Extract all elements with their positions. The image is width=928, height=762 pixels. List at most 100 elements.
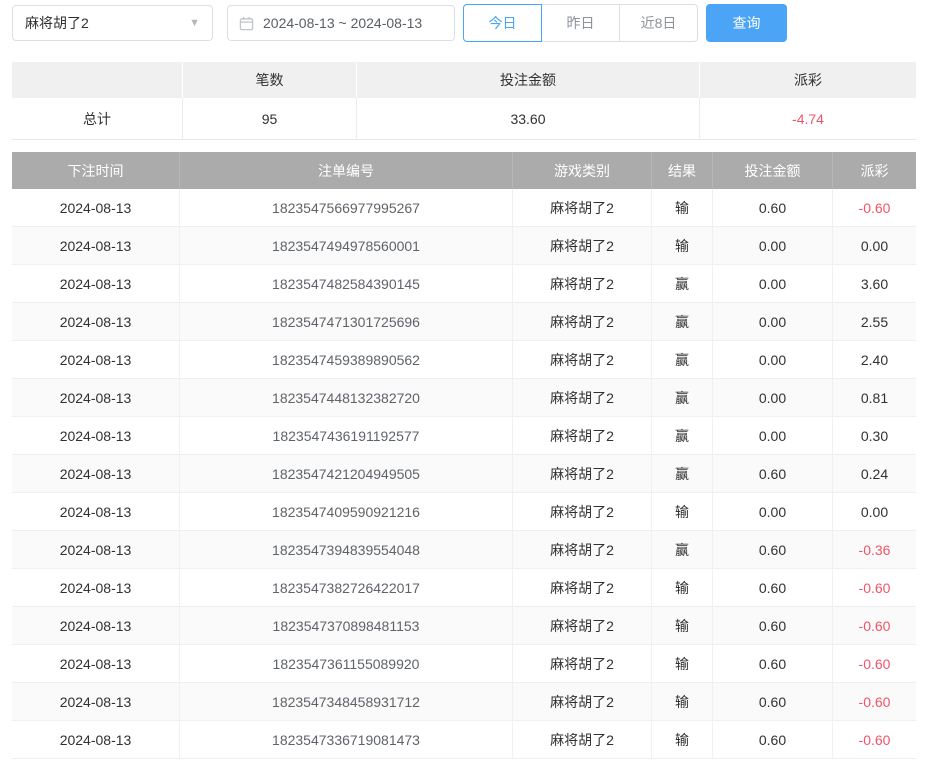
cell-bet-id: 1823547494978560001 <box>180 227 513 264</box>
cell-result: 输 <box>652 645 713 682</box>
table-row: 2024-08-131823547459389890562麻将胡了2赢0.002… <box>12 341 916 379</box>
date-range-input[interactable]: 2024-08-13 ~ 2024-08-13 <box>227 5 455 41</box>
table-row: 2024-08-131823547370898481153麻将胡了2输0.60-… <box>12 607 916 645</box>
cell-result: 输 <box>652 683 713 720</box>
summary-value-cell: -4.74 <box>700 98 916 140</box>
cell-result: 赢 <box>652 417 713 454</box>
cell-bet-time: 2024-08-13 <box>12 607 180 644</box>
cell-game-type: 麻将胡了2 <box>513 569 652 606</box>
cell-payout: 2.55 <box>833 303 916 340</box>
cell-payout: -0.60 <box>833 607 916 644</box>
cell-result: 赢 <box>652 531 713 568</box>
table-row: 2024-08-131823547482584390145麻将胡了2赢0.003… <box>12 265 916 303</box>
quick-date-button[interactable]: 昨日 <box>541 4 620 42</box>
cell-bet-id: 1823547448132382720 <box>180 379 513 416</box>
summary-total-row: 总计9533.60-4.74 <box>12 98 916 140</box>
game-select-value: 麻将胡了2 <box>25 13 89 33</box>
cell-payout: -0.60 <box>833 683 916 720</box>
cell-bet-id: 1823547566977995267 <box>180 189 513 226</box>
summary-header-cell <box>12 62 183 98</box>
cell-payout: 0.30 <box>833 417 916 454</box>
column-header: 注单编号 <box>180 152 513 189</box>
cell-game-type: 麻将胡了2 <box>513 493 652 530</box>
cell-bet-id: 1823547459389890562 <box>180 341 513 378</box>
cell-payout: -0.60 <box>833 721 916 758</box>
chevron-down-icon: ▼ <box>189 17 200 29</box>
cell-result: 赢 <box>652 265 713 302</box>
cell-payout: -0.60 <box>833 189 916 226</box>
cell-game-type: 麻将胡了2 <box>513 531 652 568</box>
cell-result: 输 <box>652 607 713 644</box>
cell-bet-amount: 0.60 <box>713 683 833 720</box>
table-row: 2024-08-131823547436191192577麻将胡了2赢0.000… <box>12 417 916 455</box>
cell-result: 输 <box>652 721 713 758</box>
cell-payout: 0.00 <box>833 227 916 264</box>
cell-bet-time: 2024-08-13 <box>12 227 180 264</box>
cell-bet-time: 2024-08-13 <box>12 341 180 378</box>
cell-bet-amount: 0.00 <box>713 417 833 454</box>
cell-bet-id: 1823547436191192577 <box>180 417 513 454</box>
cell-bet-id: 1823547382726422017 <box>180 569 513 606</box>
cell-bet-time: 2024-08-13 <box>12 493 180 530</box>
cell-bet-amount: 0.00 <box>713 341 833 378</box>
table-row: 2024-08-131823547421204949505麻将胡了2赢0.600… <box>12 455 916 493</box>
cell-bet-amount: 0.60 <box>713 531 833 568</box>
cell-bet-amount: 0.60 <box>713 607 833 644</box>
table-row: 2024-08-131823547394839554048麻将胡了2赢0.60-… <box>12 531 916 569</box>
summary-header-cell: 笔数 <box>183 62 357 98</box>
cell-payout: -0.60 <box>833 569 916 606</box>
cell-bet-amount: 0.60 <box>713 569 833 606</box>
column-header: 游戏类别 <box>513 152 652 189</box>
cell-result: 赢 <box>652 341 713 378</box>
cell-bet-amount: 0.60 <box>713 189 833 226</box>
quick-date-button[interactable]: 今日 <box>463 4 542 42</box>
cell-bet-amount: 0.00 <box>713 379 833 416</box>
cell-game-type: 麻将胡了2 <box>513 189 652 226</box>
cell-game-type: 麻将胡了2 <box>513 341 652 378</box>
cell-bet-time: 2024-08-13 <box>12 455 180 492</box>
cell-result: 赢 <box>652 303 713 340</box>
cell-game-type: 麻将胡了2 <box>513 645 652 682</box>
cell-bet-time: 2024-08-13 <box>12 645 180 682</box>
cell-bet-amount: 0.00 <box>713 303 833 340</box>
bet-records-table: 下注时间注单编号游戏类别结果投注金额派彩 2024-08-13182354756… <box>12 152 916 759</box>
quick-date-group: 今日昨日近8日 <box>463 4 698 42</box>
cell-bet-id: 1823547336719081473 <box>180 721 513 758</box>
search-button[interactable]: 查询 <box>706 4 787 42</box>
cell-bet-id: 1823547482584390145 <box>180 265 513 302</box>
table-row: 2024-08-131823547566977995267麻将胡了2输0.60-… <box>12 189 916 227</box>
cell-bet-time: 2024-08-13 <box>12 189 180 226</box>
cell-payout: 0.81 <box>833 379 916 416</box>
game-select[interactable]: 麻将胡了2 ▼ <box>12 5 213 41</box>
table-row: 2024-08-131823547382726422017麻将胡了2输0.60-… <box>12 569 916 607</box>
calendar-icon <box>239 16 254 31</box>
cell-payout: -0.36 <box>833 531 916 568</box>
cell-result: 赢 <box>652 455 713 492</box>
cell-game-type: 麻将胡了2 <box>513 265 652 302</box>
cell-payout: 3.60 <box>833 265 916 302</box>
cell-bet-id: 1823547421204949505 <box>180 455 513 492</box>
cell-bet-amount: 0.00 <box>713 493 833 530</box>
cell-bet-id: 1823547370898481153 <box>180 607 513 644</box>
cell-bet-amount: 0.00 <box>713 265 833 302</box>
date-range-value: 2024-08-13 ~ 2024-08-13 <box>263 15 422 31</box>
table-row: 2024-08-131823547409590921216麻将胡了2输0.000… <box>12 493 916 531</box>
cell-bet-time: 2024-08-13 <box>12 303 180 340</box>
table-row: 2024-08-131823547494978560001麻将胡了2输0.000… <box>12 227 916 265</box>
cell-bet-id: 1823547394839554048 <box>180 531 513 568</box>
filter-bar: 麻将胡了2 ▼ 2024-08-13 ~ 2024-08-13 今日昨日近8日 … <box>0 0 928 42</box>
cell-bet-id: 1823547348458931712 <box>180 683 513 720</box>
cell-result: 输 <box>652 493 713 530</box>
column-header: 投注金额 <box>713 152 833 189</box>
cell-payout: 0.24 <box>833 455 916 492</box>
quick-date-button[interactable]: 近8日 <box>619 4 698 42</box>
cell-game-type: 麻将胡了2 <box>513 683 652 720</box>
cell-bet-amount: 0.00 <box>713 227 833 264</box>
summary-value-cell: 总计 <box>12 98 183 140</box>
summary-header-row: 笔数投注金额派彩 <box>12 62 916 98</box>
cell-bet-time: 2024-08-13 <box>12 379 180 416</box>
cell-bet-time: 2024-08-13 <box>12 531 180 568</box>
cell-bet-id: 1823547409590921216 <box>180 493 513 530</box>
cell-bet-id: 1823547361155089920 <box>180 645 513 682</box>
cell-game-type: 麻将胡了2 <box>513 455 652 492</box>
